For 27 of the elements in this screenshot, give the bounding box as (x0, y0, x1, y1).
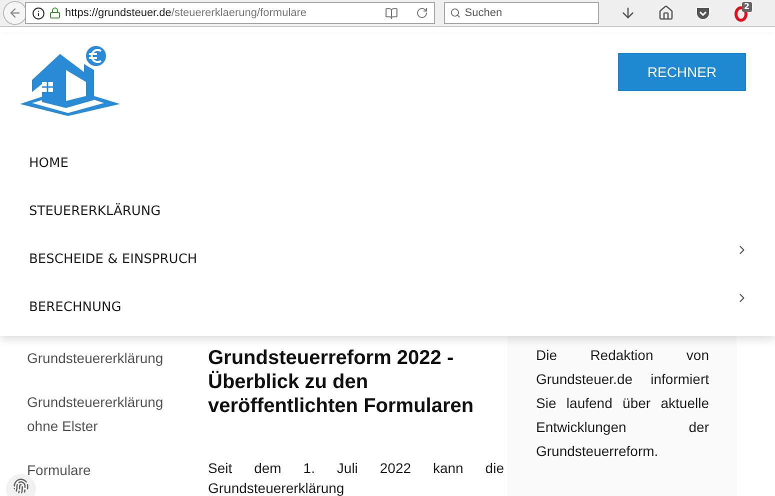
home-icon[interactable] (658, 5, 674, 21)
reload-icon[interactable] (416, 7, 428, 19)
download-icon[interactable] (620, 5, 636, 21)
notification-badge: 2 (742, 2, 752, 12)
menu-item[interactable]: BERECHNUNG (0, 284, 775, 332)
reader-icon[interactable] (385, 6, 398, 20)
menu-item[interactable]: HOME (0, 140, 775, 188)
search-icon (450, 7, 461, 19)
sidebar-link[interactable]: Grundsteuererklärung ohne Elster (27, 390, 187, 438)
info-text: Die Redaktion von Grundsteuer.de informiert Sie laufend über aktuelle Entwicklungen der Grundsteuerreform. (536, 346, 709, 461)
calculator-button[interactable]: RECHNER (618, 53, 746, 91)
menu-item[interactable]: STEUERERKLÄRUNG (0, 188, 775, 236)
info-icon[interactable] (32, 6, 45, 20)
address-field[interactable]: https://grundsteuer.de/steuererklaerung/formulare (25, 2, 435, 24)
back-button[interactable] (3, 1, 27, 25)
sidebar-link[interactable]: Formulare (27, 458, 187, 482)
sidebar-link[interactable]: Grundsteuererklärung (27, 346, 187, 370)
menu-item[interactable]: BESCHEIDE & EINSPRUCH (0, 236, 775, 284)
article-intro: Seit dem 1. Juli 2022 kann die Grundsteuererklärung (208, 459, 504, 496)
fingerprint-icon (13, 478, 29, 494)
pocket-icon[interactable] (696, 6, 710, 20)
lock-icon (49, 7, 61, 19)
url-text: https://grundsteuer.de/steuererklaerung/formulare (65, 6, 308, 21)
fingerprint-button[interactable] (6, 474, 36, 496)
search-input[interactable]: Suchen (464, 4, 593, 22)
search-field[interactable]: Suchen (444, 2, 599, 24)
article-title: Grundsteuerreform 2022 - Überblick zu den veröffentlichten Formularen (208, 346, 475, 418)
